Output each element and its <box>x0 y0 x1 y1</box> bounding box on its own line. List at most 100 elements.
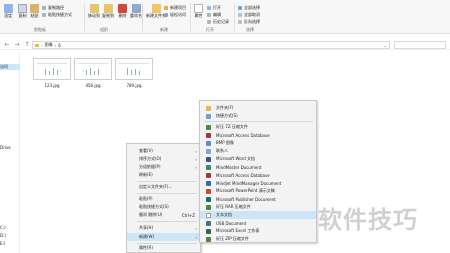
new-7z-archive-item[interactable]: 好压 7Z 压缩文件 <box>200 123 316 131</box>
open-icon <box>207 5 211 10</box>
new-access-database-item[interactable]: Microsoft Access Database <box>200 131 316 139</box>
move-to-button[interactable]: 移动到 <box>88 4 100 18</box>
new-publisher-item[interactable]: Microsoft Publisher Document <box>200 195 316 203</box>
new-shortcut-item[interactable]: 快捷方式(S) <box>200 112 316 120</box>
menu-item-sort-by[interactable]: 排序方式(O) › <box>127 155 200 163</box>
clipboard-group-label: 剪贴板 <box>34 27 46 32</box>
new-word-document-item[interactable]: Microsoft Word 文档 <box>200 155 316 163</box>
new-group-label: 新建 <box>160 27 168 32</box>
new-mindmaster-item[interactable]: MindMaster Document <box>200 163 316 171</box>
menu-item-refresh[interactable]: 刷新(E) <box>127 171 200 179</box>
text-document-icon <box>206 212 211 218</box>
history-button[interactable]: 历史记录 <box>207 19 229 24</box>
file-name[interactable]: 456.jpg <box>73 83 113 88</box>
thumbnail-bar <box>45 69 46 75</box>
file-thumbnail[interactable] <box>74 58 112 80</box>
new-folder-button[interactable]: 新建文件夹 <box>146 4 166 18</box>
easy-access-icon <box>164 12 168 17</box>
organize-group-label: 组织 <box>100 27 108 32</box>
copy-path-button[interactable]: 复制路径 <box>42 5 64 10</box>
new-folder-item[interactable]: 文件夹(F) <box>200 104 316 112</box>
file-name[interactable]: 123.jpg <box>32 83 72 88</box>
paste-button[interactable]: 粘贴 <box>30 4 39 18</box>
access-icon <box>206 132 211 138</box>
menu-item-paste[interactable]: 粘贴(P) <box>127 195 200 203</box>
paste-shortcut-button[interactable]: 粘贴快捷方式 <box>42 12 72 17</box>
thumbnail-bar <box>98 69 99 75</box>
forward-arrow-icon[interactable]: → <box>14 41 20 48</box>
back-arrow-icon[interactable]: ← <box>4 41 10 48</box>
image-icon <box>206 140 211 146</box>
delete-icon <box>118 4 127 13</box>
sidebar-item-drive-e[interactable]: E:) <box>0 241 5 246</box>
select-none-button[interactable]: 全部取消 <box>238 12 260 17</box>
invert-selection-button[interactable]: 反向选择 <box>238 19 260 24</box>
file-name[interactable]: 789.jpg <box>114 83 154 88</box>
new-text-document-item[interactable]: 文本文档 <box>200 211 316 219</box>
new-excel-worksheet-item[interactable]: Microsoft Excel 工作表 <box>200 227 316 235</box>
ribbon-separator <box>190 3 191 31</box>
thumbnail-bar <box>139 71 140 75</box>
thumbnail-bar <box>53 68 54 75</box>
menu-item-group-by[interactable]: 分组依据(P) › <box>127 163 200 171</box>
new-zip-archive-item[interactable]: 好压 ZIP 压缩文件 <box>200 235 316 243</box>
select-all-icon <box>238 5 242 10</box>
context-menu: 查看(V) › 排序方式(O) › 分组依据(P) › 刷新(E) 自定义文件夹… <box>126 143 201 253</box>
new-rar-archive-item[interactable]: 好压 RAR 压缩文件 <box>200 203 316 211</box>
archive-icon <box>206 204 211 210</box>
menu-item-customize-folder[interactable]: 自定义文件夹(F)... <box>127 183 200 191</box>
new-powerpoint-item[interactable]: Microsoft PowerPoint 演示文稿 <box>200 187 316 195</box>
mindmanager-icon <box>206 180 211 186</box>
address-bar[interactable]: › 图像 › 6 ⌄ <box>32 41 390 49</box>
chevron-down-icon[interactable]: ⌄ <box>384 43 387 48</box>
copy-path-icon <box>42 5 46 10</box>
ribbon-separator <box>142 3 143 31</box>
new-contact-item[interactable]: 联系人 <box>200 147 316 155</box>
menu-item-undo-delete[interactable]: 撤消 删除(U) Ctrl+Z <box>127 211 200 219</box>
open-button[interactable]: 打开 <box>207 5 221 10</box>
menu-item-paste-shortcut[interactable]: 粘贴快捷方式(S) <box>127 203 200 211</box>
breadcrumb-folder-6[interactable]: 6 <box>58 43 61 48</box>
thumbnail-line <box>119 63 149 64</box>
rename-icon <box>131 4 141 13</box>
menu-item-view[interactable]: 查看(V) › <box>127 147 200 155</box>
file-thumbnail[interactable] <box>115 58 153 80</box>
copy-button[interactable]: 复制 <box>18 4 27 18</box>
copy-to-button[interactable]: 复制到 <box>102 4 114 18</box>
sidebar-item-onedrive[interactable]: Drive <box>0 145 11 150</box>
new-mindmanager-item[interactable]: Mindjet MindManager Document <box>200 179 316 187</box>
breadcrumb-pictures[interactable]: 图像 <box>45 42 53 48</box>
menu-item-share[interactable]: 共享(H) › <box>127 224 200 232</box>
chevron-right-icon: › <box>195 156 197 162</box>
new-usb-document-item[interactable]: USB Document <box>200 219 316 227</box>
sidebar-item-drive-c[interactable]: C:) <box>0 225 6 230</box>
chevron-right-icon: › <box>195 234 197 240</box>
chevron-right-icon: › <box>195 225 197 231</box>
menu-item-properties[interactable]: 属性(R) <box>127 244 200 252</box>
edit-button[interactable]: 编辑 <box>207 12 221 17</box>
file-thumbnail[interactable] <box>33 58 71 80</box>
new-access-database-item[interactable]: Microsoft Access Database <box>200 171 316 179</box>
navigation-pane: 访问 Drive C:) D:) E:) <box>0 52 20 253</box>
publisher-icon <box>206 196 211 202</box>
easy-access-button[interactable]: 轻松访问 <box>164 12 186 17</box>
pin-to-quick-access-button[interactable]: 固定 <box>4 4 13 18</box>
edit-icon <box>207 12 211 17</box>
ribbon: 固定 复制 粘贴 复制路径 粘贴快捷方式 剪贴板 移动到 复制到 删除 重命名 … <box>0 0 450 34</box>
properties-button[interactable]: 属性 <box>194 4 203 18</box>
select-all-button[interactable]: 全部选择 <box>238 5 260 10</box>
delete-button[interactable]: 删除 <box>118 4 127 18</box>
new-item-button[interactable]: 新建项目 <box>164 5 186 10</box>
rename-button[interactable]: 重命名 <box>130 4 142 18</box>
access-icon <box>206 172 211 178</box>
search-input[interactable] <box>394 41 446 49</box>
select-none-icon <box>238 12 242 17</box>
thumbnail-line <box>37 63 67 64</box>
up-arrow-icon[interactable]: ↑ <box>24 41 30 48</box>
new-bmp-image-item[interactable]: BMP 图像 <box>200 139 316 147</box>
menu-item-new[interactable]: 新建(W) › <box>127 233 200 241</box>
ribbon-separator <box>234 3 235 31</box>
sidebar-item-quick-access[interactable]: 访问 <box>0 64 20 70</box>
sidebar-item-drive-d[interactable]: D:) <box>0 233 6 238</box>
copy-icon <box>18 4 27 13</box>
